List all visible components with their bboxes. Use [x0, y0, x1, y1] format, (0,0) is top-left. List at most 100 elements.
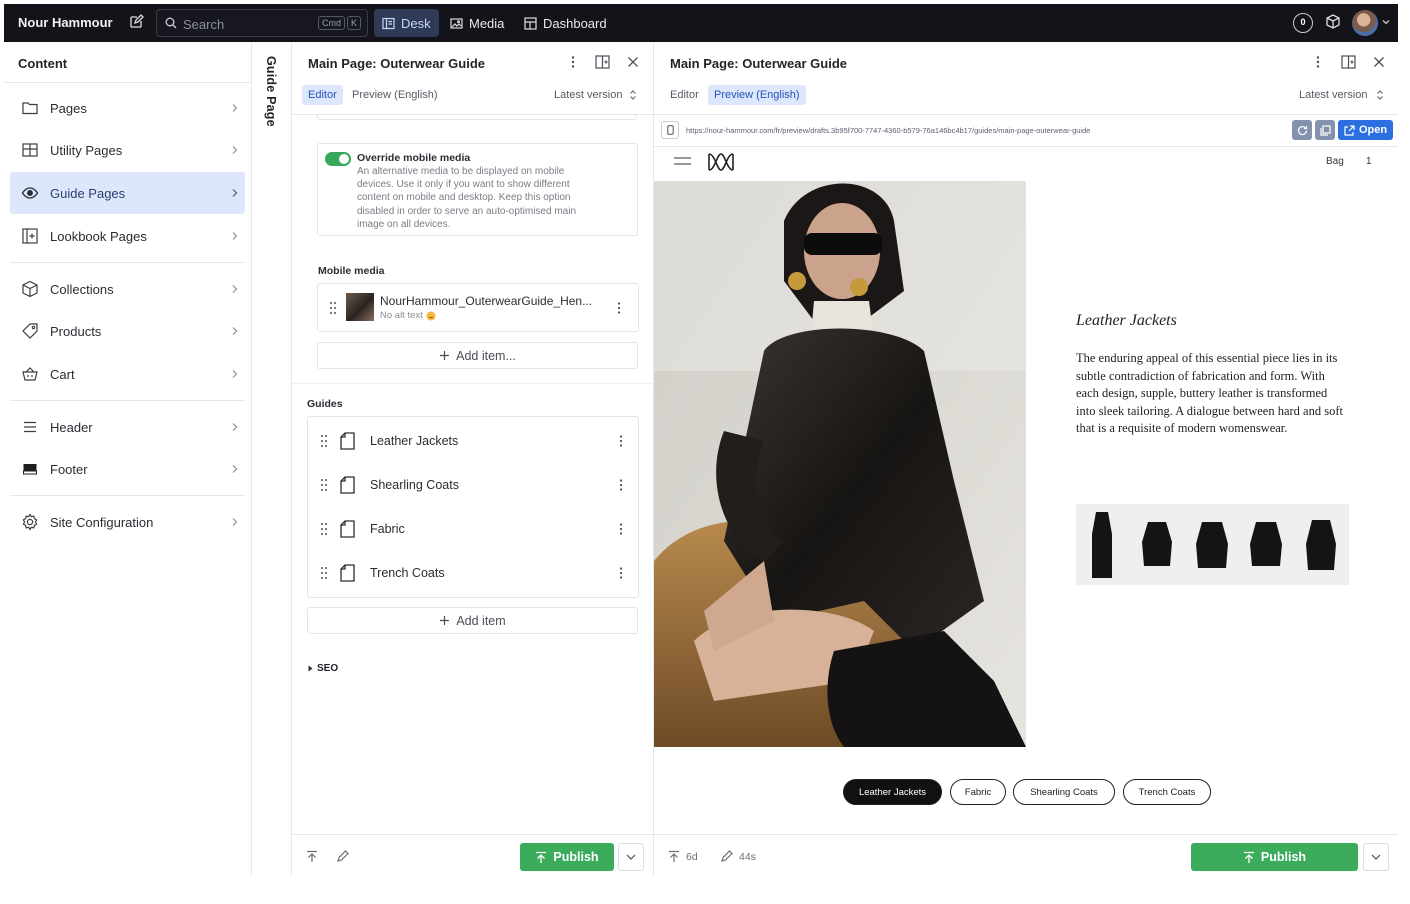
notification-badge[interactable]: 0: [1293, 13, 1313, 33]
drag-handle-icon[interactable]: [308, 434, 340, 448]
guide-pill-leather-jackets[interactable]: Leather Jackets: [843, 779, 942, 805]
split-pane-icon[interactable]: [1341, 55, 1356, 69]
sidebar-item-products[interactable]: Products: [10, 310, 245, 352]
preview-footer: 6d 44s Publish: [654, 834, 1398, 876]
divider: [4, 82, 251, 83]
sidebar-item-collections[interactable]: Collections: [10, 268, 245, 310]
hamburger-menu-icon[interactable]: [674, 156, 691, 166]
search-icon: [165, 17, 177, 29]
sidebar-item-guide-pages[interactable]: Guide Pages: [10, 172, 245, 214]
chevron-down-icon: [626, 854, 636, 860]
nav-media-label: Media: [469, 15, 505, 31]
list-item[interactable]: Fabric: [308, 507, 638, 551]
brand-logo-icon[interactable]: [707, 151, 735, 173]
more-vertical-icon[interactable]: [1312, 55, 1324, 69]
chevron-updown-icon[interactable]: [629, 89, 637, 101]
publish-arrow-icon[interactable]: [306, 850, 318, 863]
document-icon: [340, 432, 370, 450]
publish-menu-button[interactable]: [1363, 843, 1389, 871]
list-item[interactable]: Shearling Coats: [308, 463, 638, 507]
compose-icon[interactable]: [128, 14, 144, 30]
sidebar-item-header[interactable]: Header: [10, 406, 245, 448]
close-icon[interactable]: [1373, 56, 1385, 68]
override-mobile-media-toggle[interactable]: [325, 152, 351, 166]
split-pane-icon[interactable]: [595, 55, 610, 69]
guide-pill-trench-coats[interactable]: Trench Coats: [1123, 779, 1211, 805]
guide-pill-shearling-coats[interactable]: Shearling Coats: [1013, 779, 1115, 805]
drag-handle-icon[interactable]: [308, 478, 340, 492]
tab-editor[interactable]: Editor: [664, 85, 705, 105]
nav-dashboard[interactable]: Dashboard: [516, 9, 615, 37]
collapsed-pane-guide-page[interactable]: Guide Page: [252, 42, 292, 876]
warning-face-icon: [426, 311, 436, 321]
drag-handle-icon[interactable]: [329, 301, 337, 315]
chevron-updown-icon[interactable]: [1376, 89, 1384, 101]
list-item[interactable]: Leather Jackets: [308, 419, 638, 463]
more-vertical-icon[interactable]: [567, 55, 579, 69]
search-placeholder: Search: [183, 17, 225, 32]
tab-preview[interactable]: Preview (English): [346, 85, 444, 105]
document-icon: [340, 564, 370, 582]
avatar[interactable]: [1352, 10, 1378, 36]
kbd-cmd: Cmd: [317, 16, 345, 30]
mobile-device-toggle[interactable]: [661, 121, 679, 139]
sidebar-title: Content: [18, 56, 68, 71]
open-in-new-tab-button[interactable]: Open: [1338, 120, 1394, 140]
preview-url[interactable]: https://nour-hammour.com/fr/preview/draf…: [686, 126, 1090, 135]
chevron-right-icon: [223, 103, 245, 113]
guide-heading: Leather Jackets: [1076, 312, 1177, 329]
more-vertical-icon[interactable]: [616, 301, 622, 315]
more-vertical-icon[interactable]: [604, 566, 638, 580]
reload-button[interactable]: [1292, 120, 1312, 140]
more-vertical-icon[interactable]: [604, 434, 638, 448]
add-mobile-media-button[interactable]: Add item...: [317, 342, 638, 369]
editor-footer: Publish: [292, 834, 654, 876]
search-input[interactable]: Search Cmd K: [156, 9, 368, 37]
guide-body-text: The enduring appeal of this essential pi…: [1076, 351, 1343, 435]
nav-media[interactable]: Media: [442, 9, 512, 37]
drag-handle-icon[interactable]: [308, 522, 340, 536]
list-item[interactable]: Trench Coats: [308, 551, 638, 595]
sidebar-item-lookbook-pages[interactable]: Lookbook Pages: [10, 215, 245, 257]
workspace-name[interactable]: Nour Hammour: [18, 15, 113, 30]
sidebar-item-pages[interactable]: Pages: [10, 87, 245, 129]
version-select[interactable]: Latest version: [548, 85, 628, 105]
chevron-right-icon: [223, 284, 245, 294]
more-vertical-icon[interactable]: [604, 478, 638, 492]
mobile-media-item[interactable]: NourHammour_OuterwearGuide_Hen... No alt…: [317, 283, 639, 332]
version-select[interactable]: Latest version: [1293, 85, 1373, 105]
plus-icon: [439, 615, 450, 626]
tab-editor[interactable]: Editor: [302, 85, 343, 105]
more-vertical-icon[interactable]: [604, 522, 638, 536]
sidebar-item-site-configuration[interactable]: Site Configuration: [10, 501, 245, 543]
sidebar-item-cart[interactable]: Cart: [10, 353, 245, 395]
publish-button[interactable]: Publish: [520, 843, 614, 871]
tab-preview[interactable]: Preview (English): [708, 85, 806, 105]
drag-handle-icon[interactable]: [308, 566, 340, 580]
chevron-right-icon: [223, 464, 245, 474]
seo-section-toggle[interactable]: SEO: [308, 663, 338, 674]
add-guide-button[interactable]: Add item: [307, 607, 638, 634]
nav-desk[interactable]: Desk: [374, 9, 439, 37]
pane-title: Main Page: Outerwear Guide: [308, 56, 485, 71]
sidebar-item-label: Collections: [50, 281, 114, 297]
desk-icon: [382, 17, 395, 30]
kbd-k: K: [346, 16, 361, 30]
copy-url-button[interactable]: [1315, 120, 1335, 140]
chevron-down-icon[interactable]: [1382, 18, 1390, 26]
divider: [10, 495, 245, 496]
guide-pill-fabric[interactable]: Fabric: [950, 779, 1006, 805]
sidebar-item-footer[interactable]: Footer: [10, 448, 245, 490]
collapsed-pane-label: Guide Page: [264, 56, 278, 127]
external-link-icon: [1344, 124, 1355, 136]
sidebar-item-utility-pages[interactable]: Utility Pages: [10, 129, 245, 171]
publish-label: Publish: [553, 850, 599, 864]
edit-pencil-icon[interactable]: [336, 850, 349, 863]
package-icon[interactable]: [1324, 13, 1342, 31]
bag-link[interactable]: Bag: [1326, 156, 1344, 167]
publish-button[interactable]: Publish: [1191, 843, 1358, 871]
top-bar: Nour Hammour Search Cmd K Desk Media Das…: [4, 4, 1398, 42]
close-icon[interactable]: [627, 56, 639, 68]
publish-menu-button[interactable]: [618, 843, 644, 871]
menu-icon: [10, 418, 50, 436]
